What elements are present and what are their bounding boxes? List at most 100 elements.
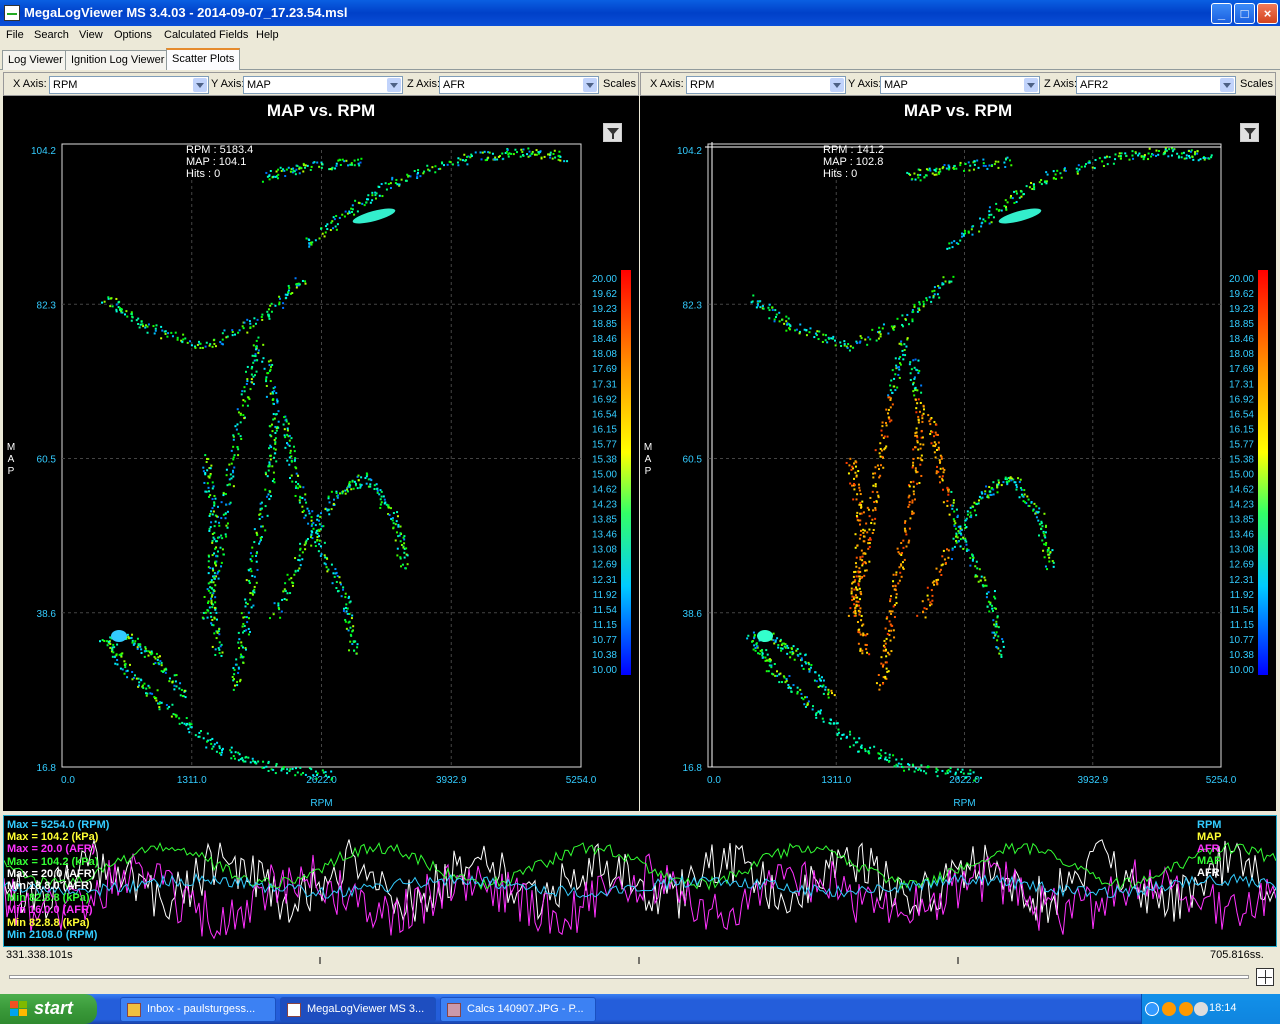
data-point: [207, 609, 210, 612]
data-point: [933, 580, 936, 583]
taskbar-item-inbox[interactable]: Inbox - paulsturgess...: [120, 997, 276, 1022]
data-point: [276, 398, 279, 401]
data-point: [240, 612, 243, 615]
chevron-down-icon[interactable]: [193, 78, 207, 92]
chevron-left-icon[interactable]: [1145, 1002, 1159, 1016]
z-axis-select[interactable]: AFR: [439, 76, 599, 94]
chevron-down-icon[interactable]: [387, 78, 401, 92]
legend-channel[interactable]: AFR: [1197, 867, 1221, 879]
chevron-down-icon[interactable]: [1220, 78, 1234, 92]
legend-channel[interactable]: RPM: [1197, 819, 1221, 831]
data-point: [881, 455, 884, 458]
tray-icon[interactable]: [1179, 1002, 1193, 1016]
scales-button[interactable]: Scales: [1240, 78, 1273, 90]
data-point: [993, 590, 996, 593]
data-point: [860, 506, 863, 509]
expand-icon[interactable]: [1256, 968, 1274, 986]
data-point: [501, 152, 504, 155]
tab-scatter-plots[interactable]: Scatter Plots: [166, 48, 241, 70]
data-point: [244, 370, 247, 373]
x-axis-select[interactable]: RPM: [49, 76, 209, 94]
scatter-plot[interactable]: 104.282.360.538.616.80.0 1311.0 2622.0 3932…: [3, 96, 639, 811]
tab-log-viewer[interactable]: Log Viewer: [2, 50, 69, 70]
data-point: [107, 640, 110, 643]
y-axis-select[interactable]: MAP: [243, 76, 403, 94]
y-axis-select[interactable]: MAP: [880, 76, 1040, 94]
time-chart[interactable]: Max = 5254.0 (RPM) Max = 104.2 (kPa) Max =…: [3, 815, 1277, 947]
data-point: [821, 717, 824, 720]
menu-file[interactable]: File: [6, 29, 24, 41]
data-point: [236, 680, 239, 683]
data-point: [345, 610, 348, 613]
data-point: [1114, 153, 1117, 156]
chevron-down-icon[interactable]: [1024, 78, 1038, 92]
menu-view[interactable]: View: [79, 29, 103, 41]
data-point: [220, 753, 223, 756]
minimize-button[interactable]: _: [1211, 3, 1232, 24]
data-point: [960, 232, 963, 235]
x-axis-select[interactable]: RPM: [686, 76, 846, 94]
data-point: [278, 301, 281, 304]
maximize-button[interactable]: □: [1234, 3, 1255, 24]
tab-ignition-log-viewer[interactable]: Ignition Log Viewer: [65, 50, 171, 70]
data-point: [133, 642, 136, 645]
legend-channel[interactable]: AFR: [1197, 843, 1221, 855]
data-point: [305, 237, 308, 240]
data-point: [279, 616, 282, 619]
data-point: [239, 421, 242, 424]
data-point: [553, 149, 556, 152]
data-point: [272, 613, 275, 616]
data-point: [917, 398, 920, 401]
data-point: [776, 674, 779, 677]
data-point: [1036, 511, 1039, 514]
close-button[interactable]: ×: [1257, 3, 1278, 24]
taskbar-item-calcs[interactable]: Calcs 140907.JPG - P...: [440, 997, 596, 1022]
menu-options[interactable]: Options: [114, 29, 152, 41]
legend-channel[interactable]: MAP: [1197, 855, 1221, 867]
scales-button[interactable]: Scales: [603, 78, 636, 90]
data-point: [288, 578, 291, 581]
taskbar-item-megalogviewer[interactable]: MegaLogViewer MS 3...: [280, 997, 436, 1022]
data-point: [211, 533, 214, 536]
menu-search[interactable]: Search: [34, 29, 69, 41]
legend-channel[interactable]: MAP: [1197, 831, 1221, 843]
data-point: [156, 689, 159, 692]
color-scale-label: 17.69: [1229, 364, 1254, 375]
scatter-plot[interactable]: 104.282.360.538.616.80.0 1311.0 2622.0 3932…: [640, 96, 1276, 811]
data-point: [820, 676, 823, 679]
data-point: [1120, 152, 1123, 155]
data-point: [212, 581, 215, 584]
tray-icon[interactable]: [1162, 1002, 1176, 1016]
axis-selector-bar: X Axis: RPM Y Axis: MAP Z Axis: AFR2 Sca…: [640, 72, 1276, 96]
chevron-down-icon[interactable]: [830, 78, 844, 92]
data-point: [141, 323, 144, 326]
title-bar[interactable]: MegaLogViewer MS 3.4.03 - 2014-09-07_17.…: [0, 0, 1280, 26]
data-point: [872, 509, 875, 512]
chevron-down-icon[interactable]: [583, 78, 597, 92]
data-point: [359, 161, 362, 164]
data-point: [785, 678, 788, 681]
data-point: [238, 638, 241, 641]
data-point: [979, 776, 982, 779]
scroll-track[interactable]: [9, 975, 1249, 979]
z-axis-select[interactable]: AFR2: [1076, 76, 1236, 94]
network-icon[interactable]: [1194, 1002, 1208, 1016]
data-point: [914, 386, 917, 389]
data-point: [790, 647, 793, 650]
start-button[interactable]: start: [0, 994, 97, 1024]
data-point: [294, 277, 297, 280]
menu-calculated-fields[interactable]: Calculated Fields: [164, 29, 248, 41]
data-point: [882, 466, 885, 469]
data-point: [923, 770, 926, 773]
data-point: [202, 611, 205, 614]
data-point: [241, 404, 244, 407]
log-scrollbar[interactable]: [3, 964, 1277, 990]
data-point: [766, 653, 769, 656]
data-point: [901, 323, 904, 326]
data-point: [874, 508, 877, 511]
data-point: [282, 766, 285, 769]
data-point: [268, 178, 271, 181]
menu-help[interactable]: Help: [256, 29, 279, 41]
data-point: [284, 582, 287, 585]
data-point: [348, 620, 351, 623]
